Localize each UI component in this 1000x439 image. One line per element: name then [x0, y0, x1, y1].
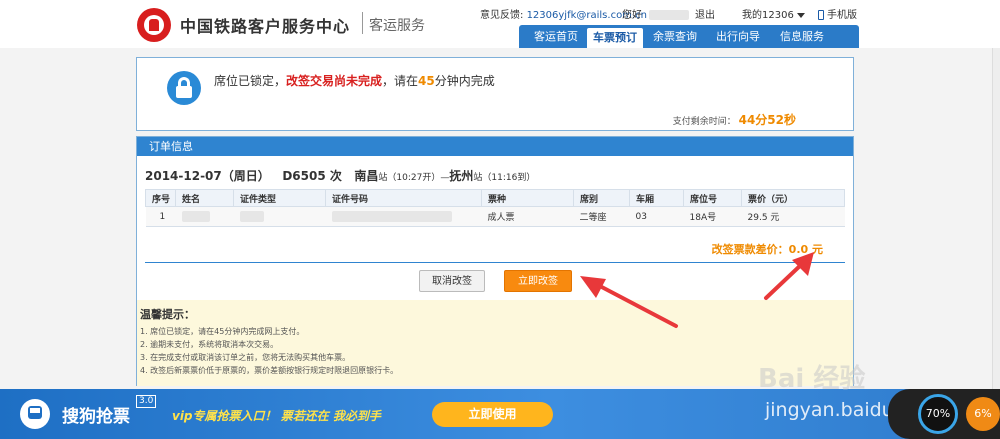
col-id-type: 证件类型 — [233, 189, 326, 207]
remain-label: 支付剩余时间： — [672, 117, 736, 127]
greeting: 您好 — [622, 6, 690, 21]
speed-ring: 70% — [918, 394, 958, 434]
cell-price: 29.5 元 — [741, 206, 845, 227]
scrollbar[interactable] — [992, 48, 1000, 389]
use-now-button[interactable]: 立即使用 — [432, 402, 553, 427]
diff-label: 改签票款差价： — [711, 243, 789, 256]
promo-slogan: vip专属抢票入口！ 票若还在 我必到手 — [172, 409, 381, 423]
cell-ticket-type: 成人票 — [481, 206, 574, 227]
trip-info: 2014-12-07（周日） D6505 次 南昌站（10:27开）—抚州站（1… — [145, 167, 535, 184]
cell-id-number — [325, 206, 482, 227]
cell-coach: 03 — [629, 206, 684, 227]
confirm-change-button[interactable]: 立即改签 — [504, 270, 572, 292]
col-price: 票价（元） — [741, 189, 845, 207]
nav-home[interactable]: 客运首页 — [527, 25, 585, 48]
cell-seat-class: 二等座 — [573, 206, 630, 227]
nav-guide[interactable]: 出行向导 — [709, 25, 767, 48]
watermark-logo: Bai 经验 — [758, 364, 866, 394]
name-blurred — [181, 211, 210, 222]
speed-badge: 6% — [966, 397, 1000, 431]
tips-box: 温馨提示： 1. 席位已锁定，请在45分钟内完成网上支付。 2. 逾期未支付，系… — [137, 300, 853, 386]
mobile-link[interactable]: 手机版 — [818, 6, 857, 21]
lock-message: 席位已锁定，改签交易尚未完成，请在45分钟内完成 — [214, 72, 495, 89]
lock-text-3: ，请在 — [382, 74, 419, 88]
order-title: 订单信息 — [137, 137, 853, 156]
nav-booking[interactable]: 车票预订 — [587, 28, 643, 48]
id-type-blurred — [239, 211, 264, 222]
col-no: 序号 — [145, 189, 176, 207]
nav-remaining[interactable]: 余票查询 — [646, 25, 704, 48]
col-seat-class: 席别 — [573, 189, 630, 207]
lock-icon — [167, 71, 201, 105]
promo-brand: 搜狗抢票 — [62, 407, 130, 427]
greeting-label: 您好 — [622, 10, 642, 21]
tip-item: 2. 逾期未支付，系统将取消本次交易。 — [140, 340, 279, 349]
phone-icon — [818, 10, 824, 20]
diff-value: 0.0 元 — [788, 243, 823, 256]
train-number: D6505 次 — [282, 169, 342, 183]
cell-id-type — [233, 206, 326, 227]
price-difference: 改签票款差价：0.0 元 — [712, 241, 823, 257]
col-id-number: 证件号码 — [325, 189, 482, 207]
cell-name — [175, 206, 234, 227]
to-station: 抚州 — [449, 169, 474, 183]
nav-info[interactable]: 信息服务 — [771, 25, 833, 48]
site-subtitle: 客运服务 — [369, 18, 425, 34]
col-ticket-type: 票种 — [481, 189, 574, 207]
site-name: 中国铁路客户服务中心 — [180, 17, 351, 36]
tip-item: 1. 席位已锁定，请在45分钟内完成网上支付。 — [140, 327, 305, 336]
col-seat-no: 席位号 — [683, 189, 742, 207]
chevron-down-icon — [796, 12, 805, 18]
cell-seat-no: 18A号 — [683, 206, 742, 227]
feedback-label: 意见反馈: — [480, 10, 524, 21]
cell-no: 1 — [145, 206, 176, 227]
cancel-change-button[interactable]: 取消改签 — [419, 270, 485, 292]
col-name: 姓名 — [175, 189, 234, 207]
header-divider — [362, 12, 363, 34]
lock-text-4: 分钟内完成 — [434, 74, 495, 88]
tips-title: 温馨提示： — [140, 308, 195, 321]
id-number-blurred — [331, 211, 452, 222]
lock-minutes: 45 — [418, 74, 435, 88]
remain-time: 44分52秒 — [738, 113, 796, 127]
payment-remaining: 支付剩余时间： 44分52秒 — [673, 111, 796, 128]
my-account-label: 我的12306 — [742, 10, 794, 21]
seat-lock-panel: 席位已锁定，改签交易尚未完成，请在45分钟内完成 支付剩余时间： 44分52秒 — [136, 57, 854, 131]
railway-logo-icon[interactable] — [137, 8, 171, 42]
my-account-menu[interactable]: 我的12306 — [742, 6, 805, 21]
tip-item: 3. 在完成支付或取消该订单之前，您将无法购买其他车票。 — [140, 353, 351, 362]
from-station: 南昌 — [354, 169, 379, 183]
tip-item: 4. 改签后新票票价低于原票的，票价差额按银行规定时限退回原银行卡。 — [140, 366, 399, 375]
tips-list: 1. 席位已锁定，请在45分钟内完成网上支付。 2. 逾期未支付，系统将取消本次… — [140, 325, 853, 377]
site-header: 中国铁路客户服务中心 客运服务 意见反馈: 12306yjfk@rails.co… — [0, 0, 1000, 48]
trip-date: 2014-12-07（周日） — [145, 169, 270, 183]
table-row: 1 成人票 二等座 03 18A号 29.5 元 — [145, 206, 845, 227]
promo-version: 3.0 — [136, 395, 157, 408]
mobile-label: 手机版 — [827, 10, 857, 21]
table-header-row: 序号 姓名 证件类型 证件号码 票种 席别 车厢 席位号 票价（元） — [145, 189, 845, 207]
passenger-table: 序号 姓名 证件类型 证件号码 票种 席别 车厢 席位号 票价（元） 1 成人票… — [145, 189, 845, 227]
logout-link[interactable]: 退出 — [695, 6, 715, 21]
depart-time: 站（10:27开）— — [378, 173, 450, 183]
speed-widget[interactable]: 70% 6% — [888, 389, 1000, 439]
lock-text-1: 席位已锁定， — [214, 74, 287, 88]
main-nav: 客运首页 车票预订 余票查询 出行向导 信息服务 — [519, 25, 859, 48]
username-blurred — [649, 10, 690, 20]
order-panel: 订单信息 2014-12-07（周日） D6505 次 南昌站（10:27开）—… — [136, 136, 854, 386]
arrive-time: （11:16到） — [482, 173, 536, 183]
divider — [145, 262, 845, 263]
bus-icon — [20, 399, 50, 429]
col-coach: 车厢 — [629, 189, 684, 207]
lock-warning: 改签交易尚未完成 — [286, 74, 383, 88]
